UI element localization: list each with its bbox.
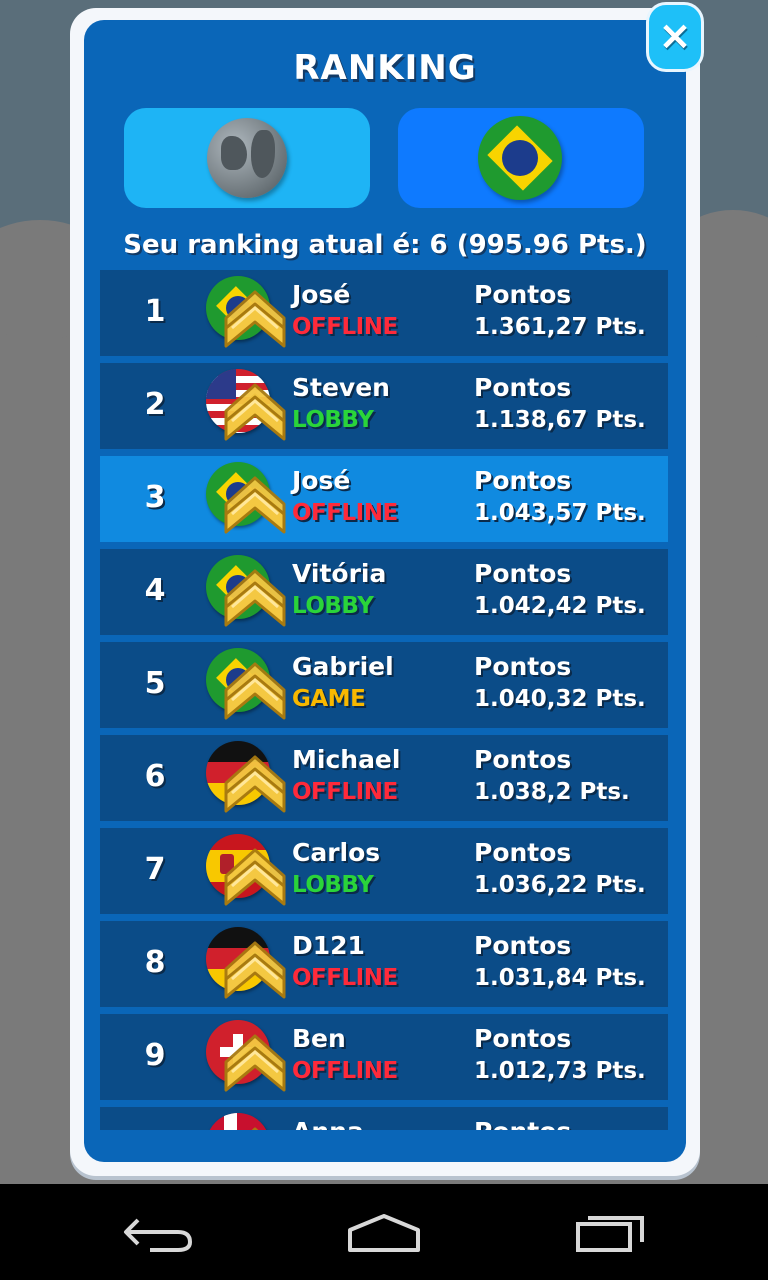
rank-number: 3	[144, 480, 166, 515]
player-name: Vitória	[292, 559, 387, 588]
player-avatar	[206, 555, 286, 629]
points-label: Pontos	[474, 280, 572, 309]
points-value: 1.040,32 Pts.	[474, 686, 646, 712]
rank-number: 5	[144, 666, 166, 701]
points-value: 1.138,67 Pts.	[474, 407, 646, 433]
recent-apps-icon[interactable]	[570, 1212, 650, 1254]
ranking-row[interactable]: 8 D121 OFFLINE Pontos 1.031,84 Pts.	[100, 921, 668, 1007]
rank-chevron-icon	[222, 660, 288, 726]
ranking-row[interactable]: 9 Ben OFFLINE Pontos 1.012,73 Pts.	[100, 1014, 668, 1100]
rank-chevron-icon	[222, 288, 288, 354]
player-status: GAME	[292, 686, 366, 712]
points-value: 1.361,27 Pts.	[474, 314, 646, 340]
points-label: Pontos	[474, 652, 572, 681]
points-label: Pontos	[474, 931, 572, 960]
player-name: Steven	[292, 373, 390, 402]
points-value: 1.031,84 Pts.	[474, 965, 646, 991]
brazil-flag-icon	[478, 116, 562, 200]
ranking-row[interactable]: 1 José OFFLINE Pontos 1.361,27 Pts.	[100, 270, 668, 356]
close-button[interactable]: ×	[646, 2, 704, 72]
points-label: Pontos	[474, 745, 572, 774]
rank-number: 7	[144, 852, 166, 887]
ranking-row[interactable]: 6 Michael OFFLINE Pontos 1.038,2 Pts.	[100, 735, 668, 821]
modal-title: RANKING	[293, 48, 477, 88]
player-name: Carlos	[292, 838, 381, 867]
points-value: 1.043,57 Pts.	[474, 500, 646, 526]
back-icon[interactable]	[120, 1212, 200, 1254]
rank-number: 9	[144, 1038, 166, 1073]
home-icon[interactable]	[344, 1212, 424, 1254]
player-avatar	[206, 276, 286, 350]
player-avatar	[206, 462, 286, 536]
points-label: Pontos	[474, 466, 572, 495]
player-avatar	[206, 741, 286, 815]
points-label: Pontos	[474, 1117, 571, 1130]
points-value: 1.036,22 Pts.	[474, 872, 646, 898]
player-name: Anna	[292, 1117, 364, 1130]
player-name: D121	[292, 931, 365, 960]
rank-number: 4	[144, 573, 166, 608]
player-name: Gabriel	[292, 652, 394, 681]
rank-number: 8	[144, 945, 166, 980]
player-status: OFFLINE	[292, 314, 398, 340]
rank-chevron-icon	[222, 1125, 288, 1130]
player-status: OFFLINE	[292, 965, 398, 991]
player-status: LOBBY	[292, 593, 374, 619]
points-value: 1.012,73 Pts.	[474, 1058, 646, 1084]
points-value: 1.042,42 Pts.	[474, 593, 646, 619]
globe-icon	[207, 118, 287, 198]
player-name: Ben	[292, 1024, 346, 1053]
player-status: LOBBY	[292, 872, 374, 898]
current-ranking-text: Seu ranking atual é: 6 (995.96 Pts.)	[123, 230, 647, 260]
tab-world-ranking[interactable]	[124, 108, 370, 208]
rank-chevron-icon	[222, 381, 288, 447]
player-avatar	[206, 369, 286, 443]
player-status: OFFLINE	[292, 1058, 398, 1084]
points-label: Pontos	[474, 838, 572, 867]
ranking-list[interactable]: 1 José OFFLINE Pontos 1.361,27 Pts. 2 Steven LO…	[100, 270, 668, 1130]
ranking-row[interactable]: 2 Steven LOBBY Pontos 1.138,67 Pts.	[100, 363, 668, 449]
rank-chevron-icon	[222, 939, 288, 1005]
ranking-row[interactable]: Anna Pontos	[100, 1107, 668, 1130]
points-label: Pontos	[474, 559, 572, 588]
ranking-row[interactable]: 5 Gabriel GAME Pontos 1.040,32 Pts.	[100, 642, 668, 728]
rank-number: 2	[144, 387, 166, 422]
rank-chevron-icon	[222, 567, 288, 633]
player-avatar	[206, 927, 286, 1001]
ranking-row[interactable]: 4 Vitória LOBBY Pontos 1.042,42 Pts.	[100, 549, 668, 635]
ranking-row[interactable]: 3 José OFFLINE Pontos 1.043,57 Pts.	[100, 456, 668, 542]
rank-chevron-icon	[222, 474, 288, 540]
android-nav-bar	[0, 1184, 768, 1280]
rank-number: 6	[144, 759, 166, 794]
ranking-row[interactable]: 7 Carlos LOBBY Pontos 1.036,22 Pts.	[100, 828, 668, 914]
player-status: LOBBY	[292, 407, 374, 433]
player-name: Michael	[292, 745, 401, 774]
rank-chevron-icon	[222, 846, 288, 912]
player-avatar	[206, 1113, 286, 1130]
player-name: José	[292, 280, 351, 309]
ranking-modal: RANKING Seu ranking atual é: 6 (995.96 P…	[70, 8, 700, 1176]
rank-chevron-icon	[222, 753, 288, 819]
tab-country-ranking[interactable]	[398, 108, 644, 208]
ranking-panel: RANKING Seu ranking atual é: 6 (995.96 P…	[84, 20, 686, 1162]
player-avatar	[206, 648, 286, 722]
points-label: Pontos	[474, 373, 572, 402]
points-value: 1.038,2 Pts.	[474, 779, 630, 805]
player-status: OFFLINE	[292, 500, 398, 526]
rank-chevron-icon	[222, 1032, 288, 1098]
rank-number: 1	[144, 294, 166, 329]
player-status: OFFLINE	[292, 779, 398, 805]
player-name: José	[292, 466, 351, 495]
player-avatar	[206, 834, 286, 908]
player-avatar	[206, 1020, 286, 1094]
points-label: Pontos	[474, 1024, 572, 1053]
